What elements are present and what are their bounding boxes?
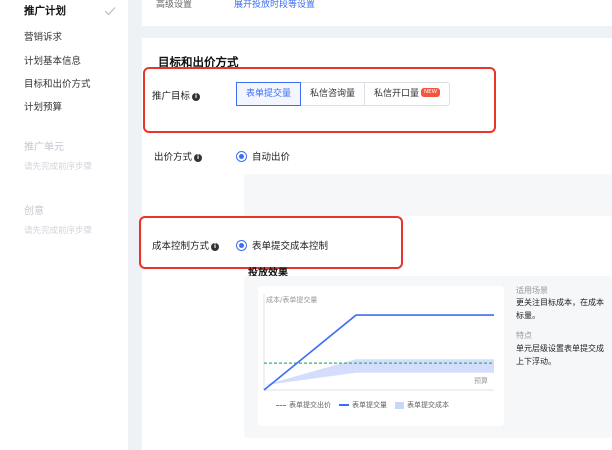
bid-label: 出价方式 i — [154, 149, 203, 163]
expand-schedule-link[interactable]: 展开投放时段等设置 — [234, 0, 315, 10]
legend-bid-label: 表单提交出价 — [289, 401, 331, 409]
bid-label-text: 出价方式 — [154, 152, 193, 163]
legend-volume-label: 表单提交量 — [352, 401, 387, 409]
legend-volume-swatch — [339, 404, 349, 406]
radio-selected-icon — [236, 150, 247, 162]
sidebar-group-unit: 推广单元 — [24, 142, 64, 153]
chart-legend: 表单提交出价 表单提交量 表单提交成本 — [276, 400, 457, 410]
bid-auto-label: 自动出价 — [252, 152, 291, 163]
bid-auto-radio[interactable]: 自动出价 — [236, 149, 290, 163]
sidebar-group-unit-hint: 请先完成前序步骤 — [24, 162, 93, 172]
sidebar-group-creative: 创意 — [24, 206, 44, 217]
scenario-line-1: 更关注目标成本，在成本 — [516, 298, 604, 307]
legend-cost-label: 表单提交成本 — [407, 401, 449, 409]
check-icon — [104, 7, 116, 16]
info-icon[interactable]: i — [194, 153, 203, 162]
advanced-settings-row: 高级设置 展开投放时段等设置 — [142, 0, 612, 26]
advanced-settings-label: 高级设置 — [156, 0, 193, 10]
legend-cost: 表单提交成本 — [395, 400, 449, 410]
goal-highlight-box — [143, 67, 496, 133]
legend-bid: 表单提交出价 — [276, 400, 331, 410]
legend-cost-swatch — [395, 401, 404, 409]
sidebar-item-marketing[interactable]: 营销诉求 — [24, 29, 62, 43]
legend-volume: 表单提交量 — [339, 400, 387, 410]
scenario-title: 适用场景 — [516, 286, 548, 295]
sidebar-group-creative-hint: 请先完成前序步骤 — [24, 226, 93, 236]
scenario-line-2: 标量。 — [516, 311, 540, 320]
sidebar-item-budget[interactable]: 计划预算 — [24, 99, 62, 113]
sidebar-item-basic-info[interactable]: 计划基本信息 — [24, 53, 81, 67]
feature-line-1: 单元层级设置表单提交成 — [516, 344, 604, 353]
sidebar-item-plan[interactable]: 推广计划 — [24, 3, 66, 18]
bid-help-box — [244, 174, 612, 216]
cost-highlight-box — [139, 216, 403, 269]
y-axis-label: 成本/表单提交量 — [266, 295, 317, 304]
x-axis-label: 预算 — [474, 376, 488, 385]
legend-bid-swatch — [276, 404, 286, 406]
sidebar: 推广计划 营销诉求 计划基本信息 目标和出价方式 计划预算 推广单元 请先完成前… — [0, 0, 128, 450]
feature-line-2: 上下浮动。 — [516, 357, 556, 366]
feature-title: 特点 — [516, 331, 532, 340]
sidebar-item-goal-bid[interactable]: 目标和出价方式 — [24, 76, 91, 90]
